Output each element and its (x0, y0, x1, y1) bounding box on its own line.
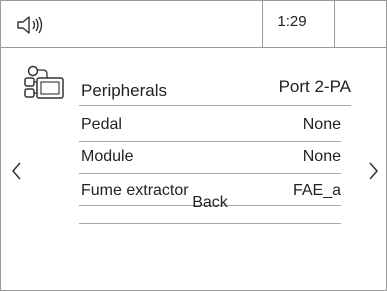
speaker-volume-icon[interactable] (15, 14, 55, 36)
back-label: Back (192, 194, 228, 211)
chevron-left-icon[interactable] (9, 160, 23, 182)
setting-label: Module (81, 148, 134, 165)
status-bar: 1:29 (1, 1, 386, 48)
status-divider (334, 1, 335, 47)
port-label: Port 2-PA (278, 77, 351, 96)
chevron-right-icon[interactable] (367, 160, 381, 182)
setting-value: None (302, 148, 341, 165)
device-screen: 1:29 Peripherals Port 2-PA Pedal None Mo… (0, 0, 387, 291)
back-button[interactable]: Back (79, 191, 341, 224)
page-title: Peripherals (81, 81, 167, 100)
peripherals-device-icon (24, 65, 64, 99)
setting-label: Pedal (81, 116, 122, 133)
header-row: Peripherals Port 2-PA (79, 67, 351, 106)
setting-row-module[interactable]: Module None (79, 143, 341, 174)
clock-time: 1:29 (277, 13, 307, 30)
setting-row-pedal[interactable]: Pedal None (79, 111, 341, 142)
setting-value: None (302, 116, 341, 133)
